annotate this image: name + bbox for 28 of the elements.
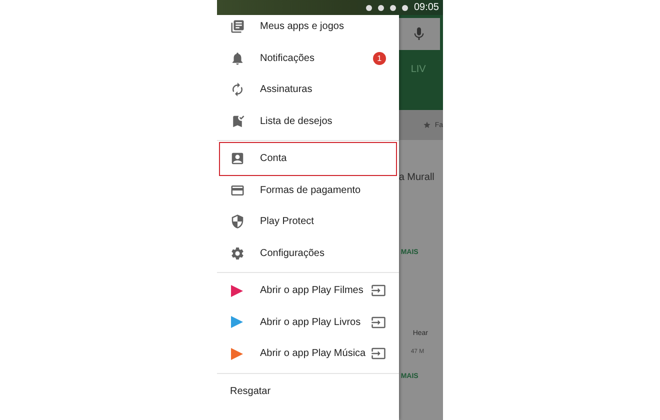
bell-icon <box>230 50 245 66</box>
drawer-item[interactable]: Assinaturas <box>220 74 396 106</box>
apps-grid-icon <box>230 19 245 34</box>
drawer-item[interactable]: Formas de pagamento <box>220 174 396 206</box>
drawer-item[interactable]: Meus apps e jogos <box>220 11 396 42</box>
settings-icon <box>230 246 245 261</box>
status-time: 09:05 <box>414 2 439 13</box>
tab-label: LIV <box>410 64 427 75</box>
notification-badge: 1 <box>372 52 386 65</box>
open-app-icon <box>370 283 386 298</box>
credit-card-icon <box>230 182 245 198</box>
open-app-icon <box>370 346 386 362</box>
bookmark-check-icon <box>230 114 245 129</box>
drawer-item[interactable]: Abrir o app Play Filmes <box>220 275 396 306</box>
card-title: a Murall <box>398 172 436 183</box>
drawer-item[interactable]: Abrir o app Play Música <box>220 338 396 370</box>
drawer-item[interactable]: Play Protect <box>220 206 396 238</box>
drawer-item[interactable]: Lista de desejos <box>220 106 396 137</box>
drawer-item[interactable]: Configurações <box>220 238 396 269</box>
drawer-item[interactable]: Notificações 1 <box>220 42 396 74</box>
open-app-icon <box>370 314 386 330</box>
star-icon <box>422 121 431 129</box>
drawer-item[interactable]: Resgatar <box>220 376 396 407</box>
shield-icon <box>230 214 245 230</box>
drawer-item[interactable]: Conta <box>220 143 396 174</box>
drawer-item[interactable]: Abrir o app Play Livros <box>220 306 396 338</box>
account-icon <box>230 151 245 166</box>
refresh-icon <box>230 82 245 98</box>
